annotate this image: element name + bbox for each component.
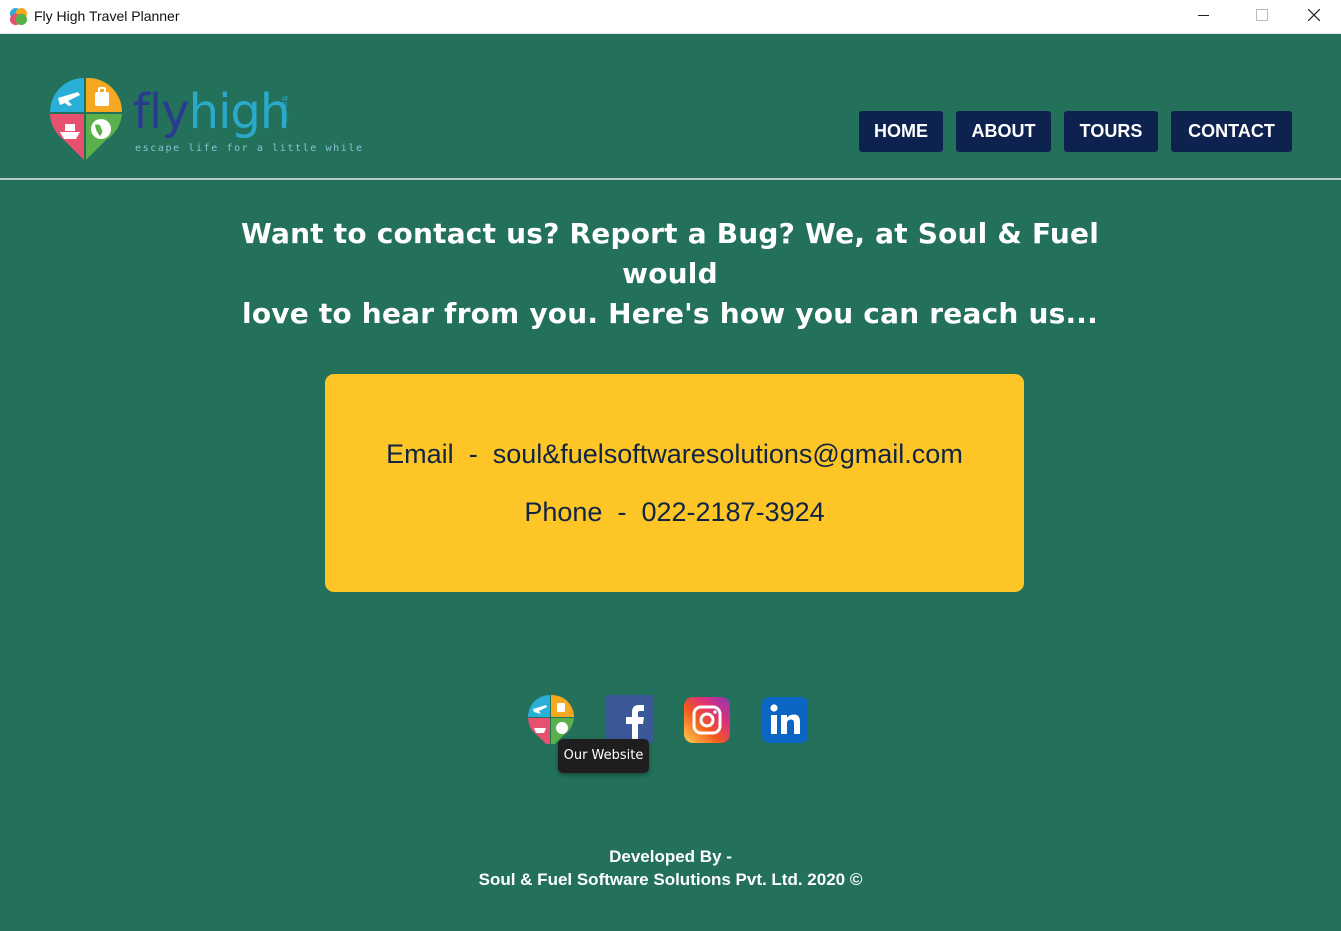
phone-row: Phone - 022-2187-3924 [325, 497, 1024, 528]
instagram-icon[interactable] [684, 697, 730, 743]
brand-tagline: escape life for a little while [135, 143, 364, 154]
website-tooltip: Our Website [558, 739, 649, 773]
phone-label: Phone [524, 497, 603, 527]
email-value[interactable]: soul&fuelsoftwaresolutions@gmail.com [493, 439, 963, 469]
phone-value[interactable]: 022-2187-3924 [641, 497, 824, 527]
header-divider [0, 178, 1341, 180]
phone-separator: - [617, 497, 627, 527]
footer-developed-by: Developed By - [609, 847, 732, 866]
website-logo-icon[interactable] [524, 692, 576, 744]
facebook-icon[interactable] [606, 695, 654, 743]
minimize-icon[interactable] [1176, 0, 1232, 32]
brand-travels-text: travels [280, 96, 290, 123]
brand-fly-text: fly [133, 84, 190, 140]
footer-company: Soul & Fuel Software Solutions Pvt. Ltd.… [478, 870, 863, 889]
headline-line-2: love to hear from you. Here's how you ca… [242, 297, 1098, 330]
nav-about-button[interactable]: ABOUT [956, 111, 1051, 152]
email-row: Email - soul&fuelsoftwaresolutions@gmail… [325, 439, 1024, 470]
nav-home-button[interactable]: HOME [859, 111, 943, 152]
app-logo-icon [9, 7, 28, 26]
linkedin-icon[interactable] [762, 697, 808, 743]
headline-line-1: Want to contact us? Report a Bug? We, at… [240, 217, 1100, 290]
nav-contact-button[interactable]: CONTACT [1171, 111, 1292, 152]
contact-card: Email - soul&fuelsoftwaresolutions@gmail… [325, 374, 1024, 592]
close-icon[interactable] [1285, 0, 1341, 32]
email-label: Email [386, 439, 454, 469]
page-headline: Want to contact us? Report a Bug? We, at… [190, 214, 1150, 334]
brand-high-text: high [188, 84, 291, 140]
nav-tours-button[interactable]: TOURS [1064, 111, 1158, 152]
maximize-icon[interactable] [1233, 0, 1289, 32]
window-titlebar: Fly High Travel Planner [0, 0, 1341, 34]
brand-name: flyhigh [133, 84, 291, 140]
window-title: Fly High Travel Planner [34, 8, 180, 24]
email-separator: - [468, 439, 478, 469]
